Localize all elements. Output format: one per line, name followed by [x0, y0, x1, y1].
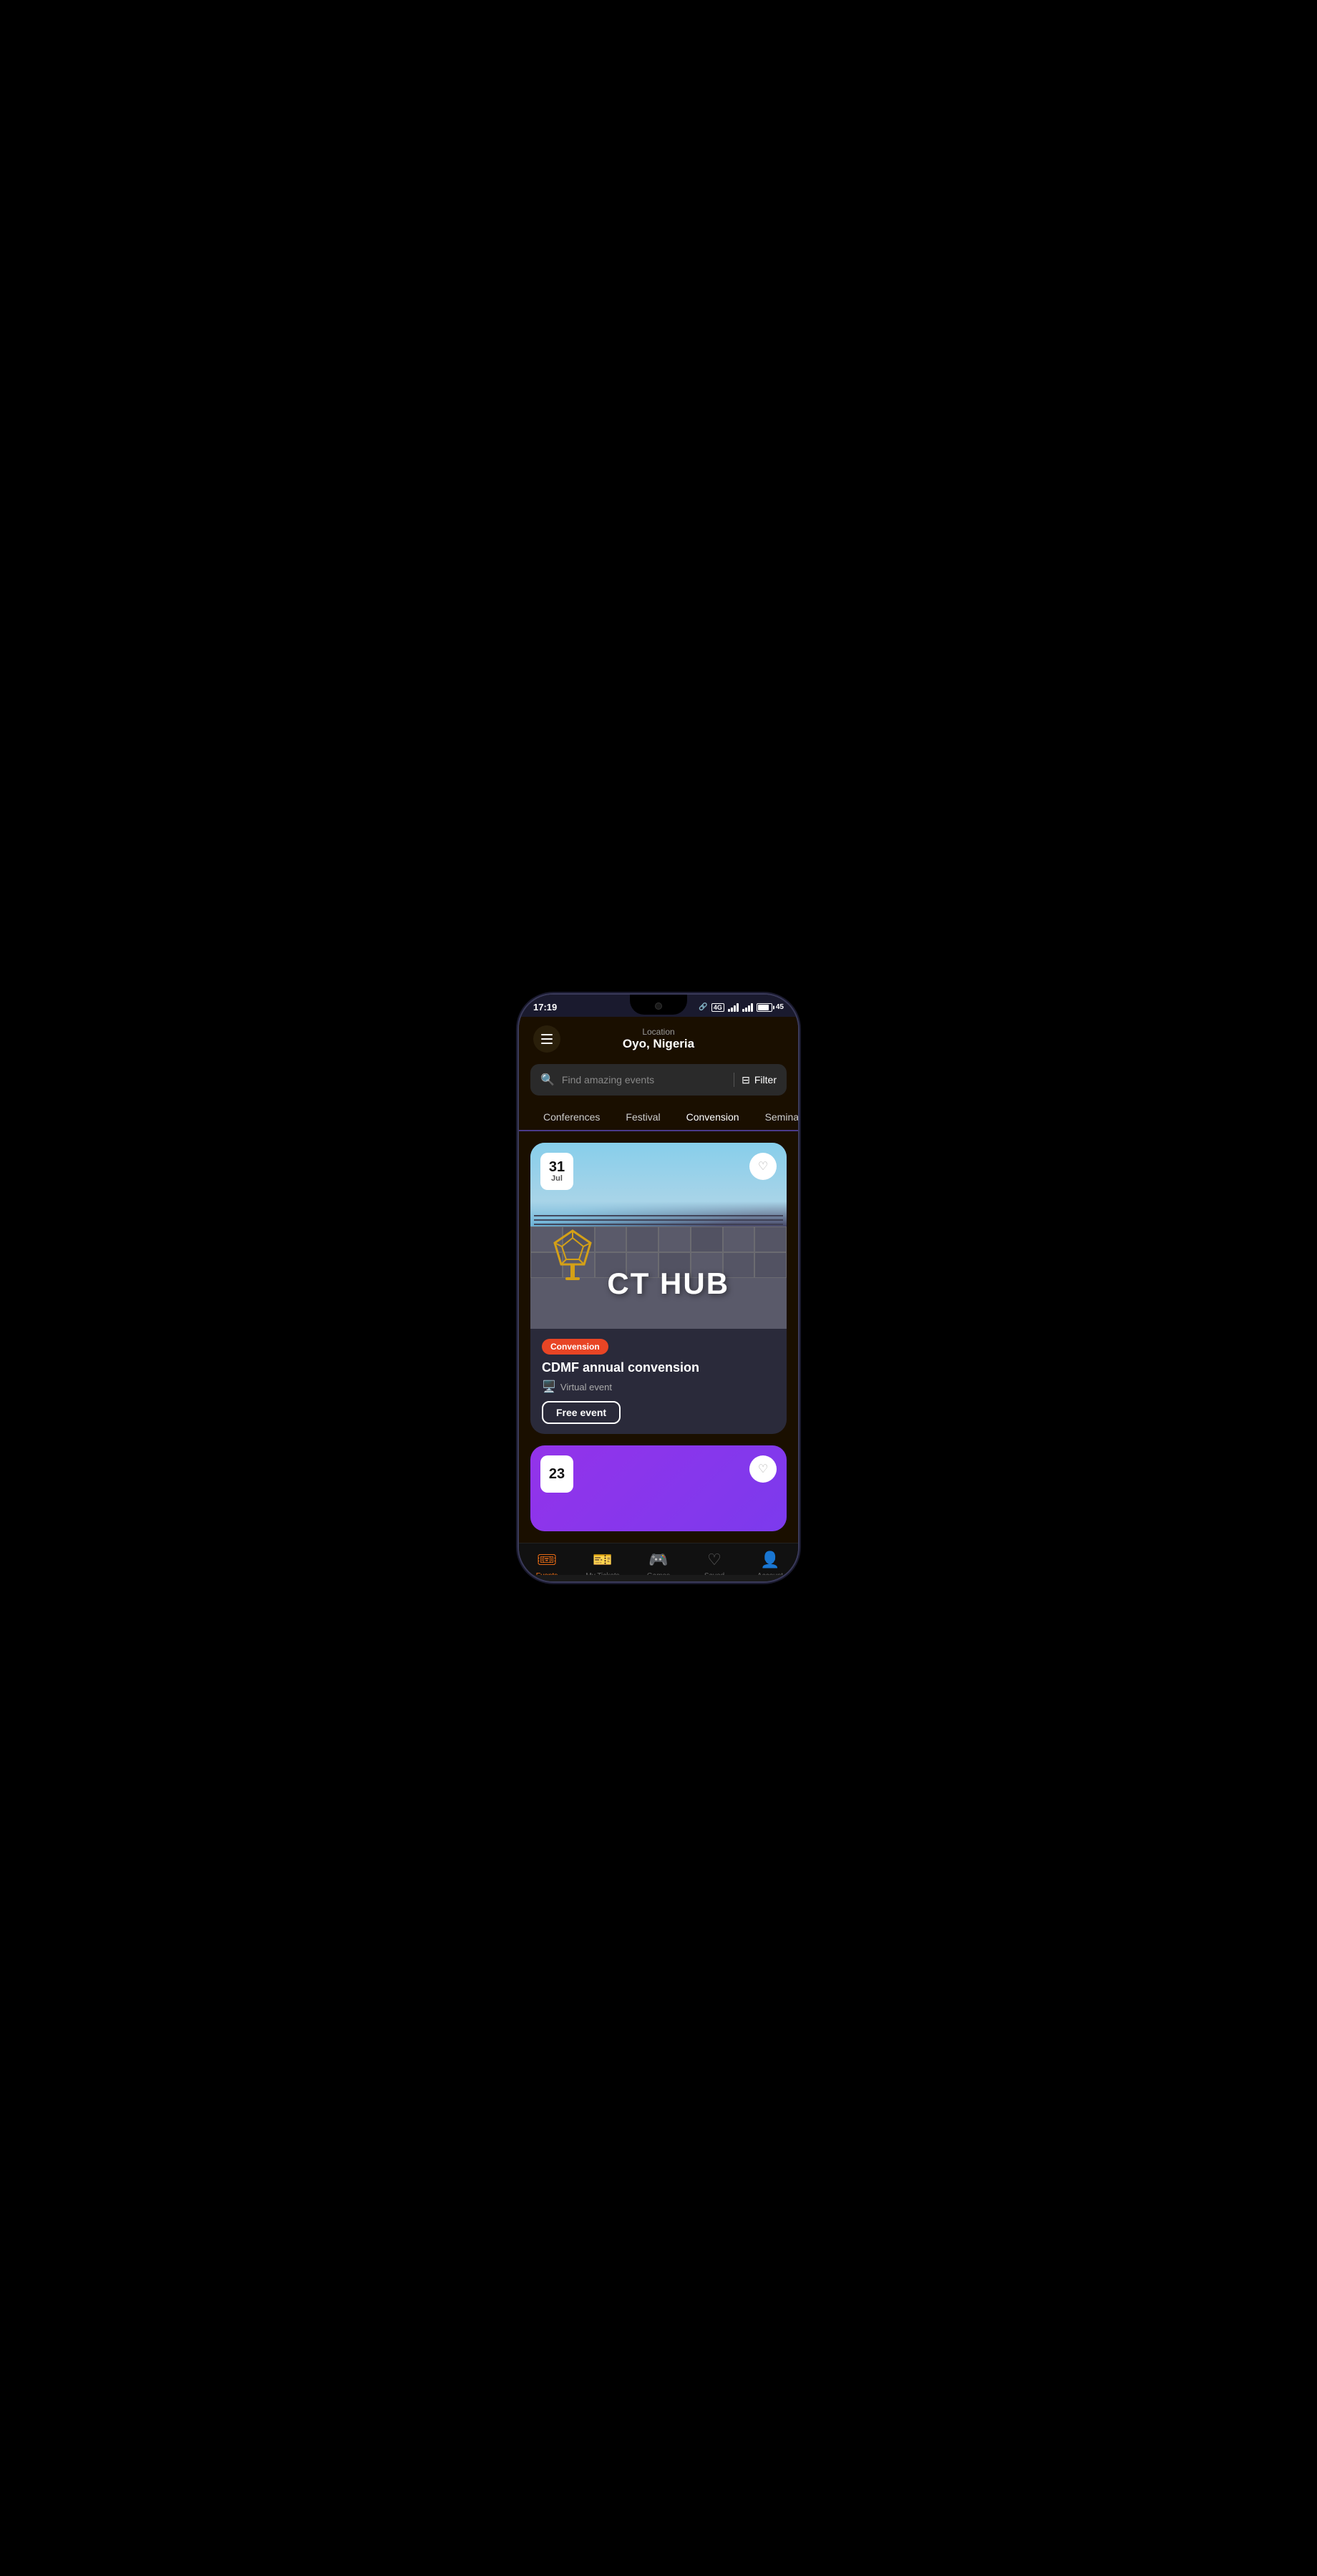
account-nav-label: Account — [757, 1572, 783, 1575]
saved-nav-icon: ♡ — [707, 1551, 721, 1569]
status-time: 17:19 — [533, 1002, 557, 1013]
games-nav-icon: 🎮 — [648, 1551, 668, 1569]
bottom-navigation: 🎟 Events 🎫 My Tickets 🎮 Games ♡ Saved 👤 — [519, 1543, 798, 1575]
date-badge-1: 31 Jul — [540, 1153, 573, 1190]
heart-icon-2: ♡ — [758, 1462, 768, 1476]
building-name: CT HUB — [607, 1267, 787, 1301]
events-nav-label: Events — [536, 1572, 558, 1575]
signal-icon — [728, 1003, 739, 1012]
notch — [630, 995, 687, 1015]
filter-button[interactable]: ⊟ Filter — [742, 1074, 777, 1086]
event-location: 🖥️ Virtual event — [542, 1380, 775, 1394]
tickets-nav-label: My Tickets — [585, 1572, 619, 1575]
saved-nav-label: Saved — [704, 1572, 724, 1575]
category-semina[interactable]: Semina — [752, 1104, 798, 1130]
menu-button[interactable] — [533, 1025, 560, 1053]
battery-icon — [757, 1003, 772, 1012]
front-camera — [655, 1002, 662, 1010]
event-card-info: Convension CDMF annual convension 🖥️ Vir… — [530, 1329, 787, 1434]
app-header: Location Oyo, Nigeria — [519, 1017, 798, 1064]
category-festival[interactable]: Festival — [613, 1104, 673, 1130]
event-2-date-day: 23 — [549, 1467, 565, 1481]
search-container: 🔍 Find amazing events ⊟ Filter — [519, 1064, 798, 1104]
phone-device: 17:19 🔗 4G 45 — [519, 995, 798, 1581]
signal-icon-2 — [742, 1003, 753, 1012]
category-conferences[interactable]: Conferences — [530, 1104, 613, 1130]
nav-events[interactable]: 🎟 Events — [525, 1551, 568, 1575]
event-tag: Convension — [542, 1339, 608, 1355]
location-text: Virtual event — [560, 1382, 612, 1392]
network-badge: 4G — [711, 1003, 724, 1012]
status-right: 🔗 4G 45 — [699, 1003, 784, 1012]
virtual-icon: 🖥️ — [542, 1380, 556, 1394]
event-card-2-bg: 23 ♡ — [530, 1445, 787, 1531]
location-info: Location Oyo, Nigeria — [560, 1027, 757, 1051]
event-card-image: CT HUB 31 Jul ♡ — [530, 1143, 787, 1329]
account-nav-icon: 👤 — [760, 1551, 779, 1569]
filter-icon: ⊟ — [742, 1074, 750, 1086]
price-badge: Free event — [542, 1401, 621, 1424]
location-label: Location — [560, 1027, 757, 1037]
favorite-button-2[interactable]: ♡ — [749, 1455, 777, 1483]
event-date-month: Jul — [551, 1174, 563, 1183]
ct-hub-logo — [551, 1227, 601, 1292]
category-convension[interactable]: Convension — [674, 1104, 752, 1131]
search-bar[interactable]: 🔍 Find amazing events ⊟ Filter — [530, 1064, 787, 1096]
filter-label: Filter — [754, 1074, 777, 1085]
search-icon: 🔍 — [540, 1073, 555, 1087]
events-list: CT HUB 31 Jul ♡ Con — [519, 1131, 798, 1543]
search-input[interactable]: Find amazing events — [562, 1074, 726, 1085]
event-card-1[interactable]: CT HUB 31 Jul ♡ Con — [530, 1143, 787, 1434]
nav-saved[interactable]: ♡ Saved — [693, 1551, 736, 1575]
phone-screen: 17:19 🔗 4G 45 — [519, 995, 798, 1581]
battery-level: 45 — [776, 1003, 784, 1011]
nav-games[interactable]: 🎮 Games — [637, 1551, 680, 1575]
favorite-button-1[interactable]: ♡ — [749, 1153, 777, 1180]
wifi-icon: 🔗 — [699, 1003, 707, 1011]
app-content: Location Oyo, Nigeria 🔍 Find amazing eve… — [519, 1017, 798, 1575]
location-name: Oyo, Nigeria — [560, 1037, 757, 1051]
categories-bar: Conferences Festival Convension Semina — [519, 1104, 798, 1131]
event-title: CDMF annual convension — [542, 1360, 775, 1375]
nav-tickets[interactable]: 🎫 My Tickets — [581, 1551, 624, 1575]
event-date-day: 31 — [549, 1160, 565, 1174]
date-badge-2: 23 — [540, 1455, 573, 1493]
nav-account[interactable]: 👤 Account — [749, 1551, 792, 1575]
games-nav-label: Games — [647, 1572, 670, 1575]
events-nav-icon: 🎟 — [537, 1551, 557, 1569]
event-card-2[interactable]: 23 ♡ — [530, 1445, 787, 1531]
heart-icon: ♡ — [758, 1159, 768, 1174]
tickets-nav-icon: 🎫 — [593, 1551, 612, 1569]
